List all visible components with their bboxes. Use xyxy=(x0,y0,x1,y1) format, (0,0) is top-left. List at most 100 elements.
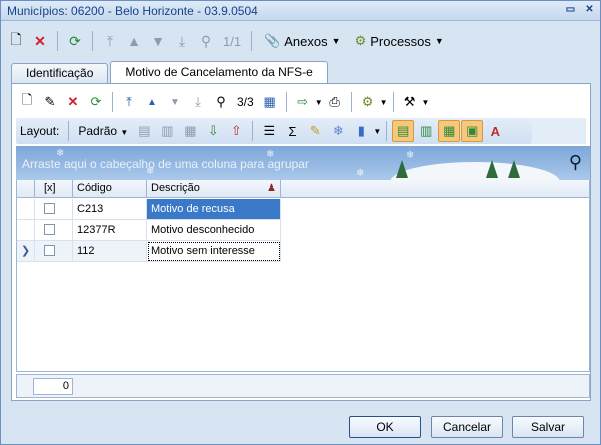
row-checkbox[interactable] xyxy=(44,203,55,214)
delete-icon[interactable]: ✕ xyxy=(62,91,84,113)
cell-descricao[interactable]: Motivo de recusa xyxy=(147,199,281,220)
snowflake-icon[interactable]: ❄ xyxy=(327,120,349,142)
row-checkbox[interactable] xyxy=(44,245,55,256)
toolbar-separator xyxy=(251,31,253,51)
gears-icon: ⚙ xyxy=(354,33,367,48)
indicator-toggle-icon[interactable]: ▣ xyxy=(461,120,484,142)
paperclip-icon: 📎 xyxy=(264,33,281,48)
toolbar-separator xyxy=(92,31,93,51)
window-title: Municípios: 06200 - Belo Horizonte - 03.… xyxy=(7,4,258,18)
save-button[interactable]: Salvar xyxy=(512,416,584,438)
gears-icon[interactable]: ⚙ xyxy=(357,91,379,113)
first-record-icon[interactable]: ⤒ xyxy=(99,30,121,52)
column-header-toggle-icon[interactable]: ▦ xyxy=(438,120,461,142)
tree-icon xyxy=(486,160,498,178)
row-checkbox-cell xyxy=(35,220,73,241)
cell-codigo[interactable]: 112 xyxy=(73,241,147,262)
main-toolbar: 🗋 ✕ ⟳ ⤒ ▲ ▼ ⤓ ⚲ 1/1 📎 Anexos ▼ ⚙ Process… xyxy=(1,27,600,55)
row-checkbox-cell xyxy=(35,241,73,262)
page-indicator: 1/1 xyxy=(223,33,242,49)
tools-icon[interactable]: ⚒ xyxy=(399,91,421,113)
column-header-select[interactable]: [x] xyxy=(35,180,73,198)
cell-codigo[interactable]: 12377R xyxy=(73,220,147,241)
grid-header-row: [x] Código Descrição ♟ xyxy=(17,180,589,198)
refresh-icon[interactable]: ⟳ xyxy=(64,30,86,52)
data-grid: [x] Código Descrição ♟ C213 Motivo de re… xyxy=(16,180,590,372)
layout-columns-icon[interactable]: ▦ xyxy=(179,120,201,142)
group-by-panel[interactable]: ❄ ❄ ❄ ❄ ❄ Arraste aqui o cabeçalho de um… xyxy=(16,146,590,180)
toolbar-separator xyxy=(57,31,58,51)
toolbar-separator xyxy=(252,121,254,141)
row-checkbox[interactable] xyxy=(44,224,55,235)
delete-icon[interactable]: ✕ xyxy=(29,30,51,52)
layout-select[interactable]: Padrão ▼ xyxy=(74,124,132,138)
footer-count: 0 xyxy=(33,378,73,395)
print-icon[interactable]: ⎙ xyxy=(324,91,346,113)
chevron-down-icon[interactable]: ▼ xyxy=(422,98,430,107)
group-panel-toggle-icon[interactable]: ▤ xyxy=(392,120,415,142)
layout-export-icon[interactable]: ⇧ xyxy=(225,120,247,142)
toolbar-separator xyxy=(350,92,352,112)
toolbar-fill xyxy=(532,118,586,144)
first-record-icon[interactable]: ⤒ xyxy=(118,91,140,113)
sum-icon[interactable]: Σ xyxy=(281,120,303,142)
refresh-icon[interactable]: ⟳ xyxy=(85,91,107,113)
record-indicator: 3/3 xyxy=(237,95,254,109)
row-checkbox-cell xyxy=(35,199,73,220)
highlight-icon[interactable]: ✎ xyxy=(304,120,326,142)
processos-menu-button[interactable]: ⚙ Processos ▼ xyxy=(349,30,450,52)
font-icon[interactable]: A xyxy=(484,120,506,142)
cell-descricao[interactable]: Motivo sem interesse xyxy=(147,241,281,262)
anexos-menu-button[interactable]: 📎 Anexos ▼ xyxy=(258,30,346,52)
edit-record-icon[interactable]: ✎ xyxy=(39,91,61,113)
table-row[interactable]: ❯ 112 Motivo sem interesse xyxy=(17,241,281,262)
binoculars-icon[interactable]: ⚲ xyxy=(195,30,217,52)
next-record-icon[interactable]: ▼ xyxy=(147,30,169,52)
toolbar-separator xyxy=(386,121,388,141)
filter-row-icon[interactable]: ☰ xyxy=(258,120,280,142)
new-record-icon[interactable]: 🗋 xyxy=(16,91,38,113)
close-icon[interactable]: ✕ xyxy=(583,4,596,17)
layout-import-icon[interactable]: ⇩ xyxy=(202,120,224,142)
search-icon[interactable]: ⚲ xyxy=(569,152,582,173)
table-row[interactable]: 12377R Motivo desconhecido xyxy=(17,220,281,241)
tab-panel: 🗋 ✎ ✕ ⟳ ⤒ ▲ ▼ ⤓ ⚲ 3/3 ▦ ⇨ ▼ ⎙ ⚙ ▼ ⚒ ▼ La… xyxy=(11,83,591,401)
column-header-codigo[interactable]: Código xyxy=(73,180,147,198)
ok-button[interactable]: OK xyxy=(349,416,421,438)
tab-identificacao[interactable]: Identificação xyxy=(11,63,109,83)
previous-record-icon[interactable]: ▲ xyxy=(141,91,163,113)
tab-motivo-cancelamento[interactable]: Motivo de Cancelamento da NFS-e xyxy=(110,61,328,83)
cell-codigo[interactable]: C213 xyxy=(73,199,147,220)
chevron-down-icon[interactable]: ▼ xyxy=(380,98,388,107)
last-record-icon[interactable]: ⤓ xyxy=(187,91,209,113)
table-row[interactable]: C213 Motivo de recusa xyxy=(17,199,281,220)
grid-footer: 0 xyxy=(16,374,590,398)
cell-descricao[interactable]: Motivo desconhecido xyxy=(147,220,281,241)
tab-strip: Identificação Motivo de Cancelamento da … xyxy=(11,61,330,83)
previous-record-icon[interactable]: ▲ xyxy=(123,30,145,52)
chevron-down-icon: ▼ xyxy=(331,36,341,46)
layout-save-as-icon[interactable]: ▥ xyxy=(156,120,178,142)
toolbar-separator xyxy=(285,92,287,112)
binoculars-icon[interactable]: ⚲ xyxy=(210,91,232,113)
cancel-button[interactable]: Cancelar xyxy=(431,416,503,438)
tree-icon xyxy=(508,160,520,178)
chevron-down-icon[interactable]: ▼ xyxy=(315,98,323,107)
minimize-icon[interactable]: ▭ xyxy=(564,4,577,17)
layout-label: Layout: xyxy=(20,124,60,138)
title-bar: Municípios: 06200 - Belo Horizonte - 03.… xyxy=(1,1,600,21)
layout-toolbar: Layout: Padrão ▼ ▤ ▥ ▦ ⇩ ⇧ ☰ Σ ✎ ❄ ▮ ▼ ▤… xyxy=(16,118,532,144)
column-header-descricao[interactable]: Descrição ♟ xyxy=(147,180,281,198)
toolbar-separator xyxy=(392,92,394,112)
anexos-label: Anexos xyxy=(284,33,328,49)
layout-save-icon[interactable]: ▤ xyxy=(133,120,155,142)
last-record-icon[interactable]: ⤓ xyxy=(171,30,193,52)
chart-icon[interactable]: ▮ xyxy=(350,120,372,142)
next-record-icon[interactable]: ▼ xyxy=(164,91,186,113)
export-icon[interactable]: ⇨ xyxy=(292,91,314,113)
new-document-icon[interactable]: 🗋 xyxy=(5,30,27,52)
chevron-down-icon[interactable]: ▼ xyxy=(373,127,381,136)
footer-toggle-icon[interactable]: ▥ xyxy=(415,120,437,142)
main-window: Municípios: 06200 - Belo Horizonte - 03.… xyxy=(0,0,601,445)
calendar-grid-icon[interactable]: ▦ xyxy=(259,91,281,113)
